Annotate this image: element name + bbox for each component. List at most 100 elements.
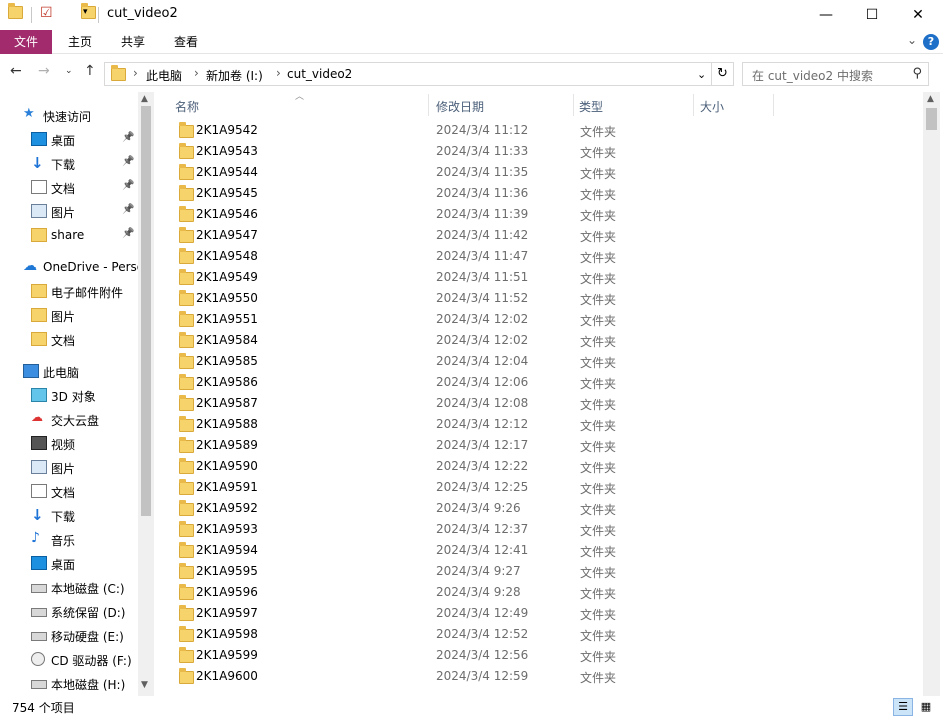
sidebar-item[interactable]: ☁ OneDrive - Perso [0, 256, 138, 280]
table-row[interactable]: 2K1A9545 2024/3/4 11:36 文件夹 [155, 183, 923, 204]
column-date-modified[interactable]: 修改日期 [436, 98, 484, 115]
breadcrumb-volume[interactable]: 新加卷 (I:) [206, 67, 263, 84]
quick-access-dropdown-icon[interactable]: ▾ [83, 7, 88, 17]
recent-locations-chevron-icon[interactable]: ⌄ [65, 66, 73, 76]
table-row[interactable]: 2K1A9584 2024/3/4 12:02 文件夹 [155, 330, 923, 351]
sidebar-item[interactable]: ★ 快速访问 [0, 104, 138, 128]
maximize-button[interactable]: ☐ [849, 0, 895, 30]
back-arrow-icon[interactable]: ← [10, 63, 22, 79]
table-row[interactable]: 2K1A9548 2024/3/4 11:47 文件夹 [155, 246, 923, 267]
tab-file[interactable]: 文件 [0, 30, 52, 54]
column-name[interactable]: 名称 [175, 98, 199, 115]
sidebar-item[interactable]: 本地磁盘 (H:) [0, 672, 138, 696]
scroll-up-arrow-icon[interactable]: ▲ [141, 94, 148, 104]
sidebar-item[interactable]: 文档 📌 [0, 176, 138, 200]
column-divider[interactable] [773, 94, 774, 116]
table-row[interactable]: 2K1A9549 2024/3/4 11:51 文件夹 [155, 267, 923, 288]
expand-ribbon-chevron-icon[interactable]: ⌄ [907, 33, 917, 47]
sidebar-item[interactable]: 文档 [0, 480, 138, 504]
file-type: 文件夹 [580, 482, 617, 496]
table-row[interactable]: 2K1A9599 2024/3/4 12:56 文件夹 [155, 645, 923, 666]
table-row[interactable]: 2K1A9543 2024/3/4 11:33 文件夹 [155, 141, 923, 162]
breadcrumb-separator-icon[interactable]: › [194, 66, 199, 80]
file-list-scrollbar[interactable]: ▲ [923, 92, 940, 696]
file-date-modified: 2024/3/4 9:28 [436, 585, 521, 599]
sidebar-item[interactable]: CD 驱动器 (F:) [0, 648, 138, 672]
breadcrumb-separator-icon[interactable]: › [276, 66, 281, 80]
up-arrow-icon[interactable]: ↑ [84, 63, 96, 79]
tab-view[interactable]: 查看 [164, 30, 208, 54]
sidebar-item[interactable]: 移动硬盘 (E:) [0, 624, 138, 648]
file-list: ︿ 名称 修改日期 类型 大小 2K1A9542 2024/3/4 11:12 文件… [155, 92, 923, 696]
folder-icon [179, 605, 194, 621]
breadcrumb-separator-icon[interactable]: › [133, 66, 138, 80]
refresh-button[interactable]: ↻ [712, 62, 734, 86]
table-row[interactable]: 2K1A9546 2024/3/4 11:39 文件夹 [155, 204, 923, 225]
table-row[interactable]: 2K1A9598 2024/3/4 12:52 文件夹 [155, 624, 923, 645]
sidebar-item[interactable]: 系统保留 (D:) [0, 600, 138, 624]
table-row[interactable]: 2K1A9589 2024/3/4 12:17 文件夹 [155, 435, 923, 456]
minimize-button[interactable]: — [803, 0, 849, 30]
table-row[interactable]: 2K1A9588 2024/3/4 12:12 文件夹 [155, 414, 923, 435]
large-icons-view-button[interactable]: ▦ [916, 698, 936, 716]
search-input[interactable]: 在 cut_video2 中搜索 ⚲ [742, 62, 929, 86]
column-divider[interactable] [693, 94, 694, 116]
file-date-modified: 2024/3/4 11:47 [436, 249, 529, 263]
sidebar-item-label: share [51, 228, 85, 242]
table-row[interactable]: 2K1A9586 2024/3/4 12:06 文件夹 [155, 372, 923, 393]
forward-arrow-icon[interactable]: → [38, 63, 50, 79]
table-row[interactable]: 2K1A9550 2024/3/4 11:52 文件夹 [155, 288, 923, 309]
table-row[interactable]: 2K1A9544 2024/3/4 11:35 文件夹 [155, 162, 923, 183]
sidebar-item[interactable]: 桌面 📌 [0, 128, 138, 152]
close-button[interactable]: ✕ [895, 0, 941, 30]
breadcrumb-this-pc[interactable]: 此电脑 [146, 67, 182, 84]
sidebar-item[interactable]: 电子邮件附件 [0, 280, 138, 304]
folder-icon [179, 521, 194, 537]
help-icon[interactable]: ? [923, 34, 939, 50]
sidebar-item[interactable]: 此电脑 [0, 360, 138, 384]
tab-share[interactable]: 共享 [111, 30, 155, 54]
sidebar-scroll-thumb[interactable] [141, 106, 151, 516]
table-row[interactable]: 2K1A9600 2024/3/4 12:59 文件夹 [155, 666, 923, 687]
sidebar-item[interactable]: 本地磁盘 (C:) [0, 576, 138, 600]
scroll-down-arrow-icon[interactable]: ▼ [141, 680, 148, 690]
table-row[interactable]: 2K1A9593 2024/3/4 12:37 文件夹 [155, 519, 923, 540]
column-divider[interactable] [573, 94, 574, 116]
sidebar-item[interactable]: ↓ 下载 [0, 504, 138, 528]
sidebar-item[interactable]: 视频 [0, 432, 138, 456]
table-row[interactable]: 2K1A9596 2024/3/4 9:28 文件夹 [155, 582, 923, 603]
table-row[interactable]: 2K1A9542 2024/3/4 11:12 文件夹 [155, 120, 923, 141]
table-row[interactable]: 2K1A9547 2024/3/4 11:42 文件夹 [155, 225, 923, 246]
table-row[interactable]: 2K1A9591 2024/3/4 12:25 文件夹 [155, 477, 923, 498]
sidebar-item[interactable]: share 📌 [0, 224, 138, 248]
column-type[interactable]: 类型 [579, 98, 603, 115]
sidebar-scrollbar[interactable]: ▲ ▼ [138, 92, 154, 696]
sidebar-item[interactable]: 图片 📌 [0, 200, 138, 224]
sidebar-item[interactable]: 图片 [0, 304, 138, 328]
file-list-scroll-thumb[interactable] [926, 108, 937, 130]
sidebar-item[interactable]: ☁ 交大云盘 [0, 408, 138, 432]
sidebar-item[interactable]: 3D 对象 [0, 384, 138, 408]
sidebar-item[interactable]: ♪ 音乐 [0, 528, 138, 552]
table-row[interactable]: 2K1A9597 2024/3/4 12:49 文件夹 [155, 603, 923, 624]
breadcrumb-current-folder[interactable]: cut_video2 [287, 67, 352, 81]
address-bar[interactable]: › 此电脑 › 新加卷 (I:) › cut_video2 ⌄ [104, 62, 712, 86]
table-row[interactable]: 2K1A9595 2024/3/4 9:27 文件夹 [155, 561, 923, 582]
sidebar-item[interactable]: 桌面 [0, 552, 138, 576]
properties-check-icon[interactable]: ☑ [40, 5, 53, 21]
table-row[interactable]: 2K1A9587 2024/3/4 12:08 文件夹 [155, 393, 923, 414]
table-row[interactable]: 2K1A9551 2024/3/4 12:02 文件夹 [155, 309, 923, 330]
table-row[interactable]: 2K1A9585 2024/3/4 12:04 文件夹 [155, 351, 923, 372]
sidebar-item[interactable]: 文档 [0, 328, 138, 352]
address-dropdown-icon[interactable]: ⌄ [697, 68, 706, 81]
table-row[interactable]: 2K1A9592 2024/3/4 9:26 文件夹 [155, 498, 923, 519]
sidebar-item[interactable]: ↓ 下载 📌 [0, 152, 138, 176]
details-view-button[interactable]: ☰ [893, 698, 913, 716]
column-size[interactable]: 大小 [700, 98, 724, 115]
scroll-up-arrow-icon[interactable]: ▲ [927, 94, 934, 104]
sidebar-item[interactable]: 图片 [0, 456, 138, 480]
table-row[interactable]: 2K1A9590 2024/3/4 12:22 文件夹 [155, 456, 923, 477]
column-divider[interactable] [428, 94, 429, 116]
table-row[interactable]: 2K1A9594 2024/3/4 12:41 文件夹 [155, 540, 923, 561]
tab-home[interactable]: 主页 [58, 30, 102, 54]
